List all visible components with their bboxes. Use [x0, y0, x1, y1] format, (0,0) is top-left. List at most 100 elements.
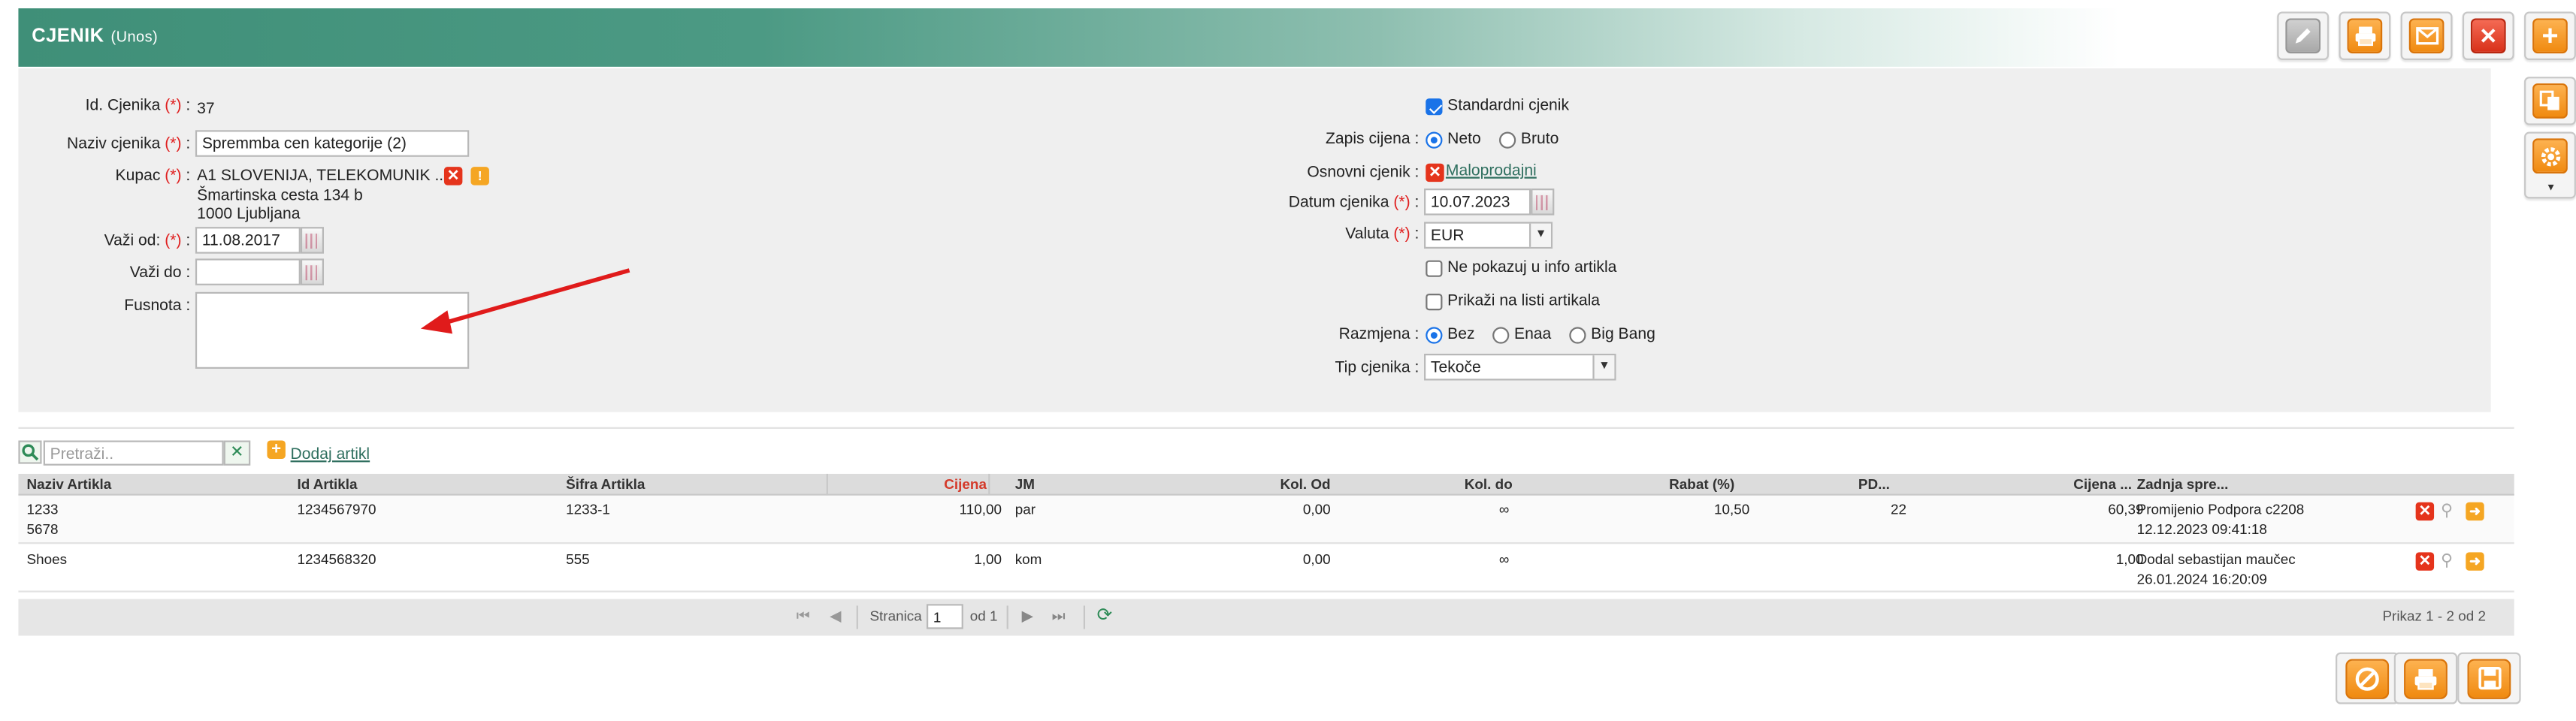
- close-icon: ✕: [2470, 18, 2506, 54]
- prikazi-checkbox[interactable]: [1426, 294, 1443, 311]
- delete-button[interactable]: ✕: [2462, 11, 2514, 60]
- calendar-icon[interactable]: [300, 227, 324, 254]
- page-input[interactable]: 1: [926, 604, 963, 629]
- vazi-do-input[interactable]: [195, 258, 301, 285]
- zapis-bruto-radio[interactable]: [1498, 131, 1516, 149]
- cell-zadnja: Promijenio Podpora c2208: [2136, 500, 2305, 517]
- standardni-checkbox[interactable]: [1426, 98, 1443, 116]
- add-button[interactable]: +: [2524, 11, 2576, 60]
- cell-cijena: 1,00: [974, 551, 1002, 568]
- razmjena-label: Razmjena :: [1338, 325, 1420, 344]
- edit-button[interactable]: [2277, 11, 2330, 60]
- col-jm[interactable]: JM: [1015, 475, 1035, 492]
- col-id[interactable]: Id Artikla: [297, 475, 357, 492]
- kupac-street: Šmartinska cesta 134 b: [197, 186, 363, 206]
- osnovni-clear-icon[interactable]: ✕: [1426, 163, 1444, 183]
- col-cijena[interactable]: Cijena: [944, 475, 987, 492]
- next-page-icon[interactable]: ▶: [1022, 608, 1033, 626]
- zapis-label: Zapis cijena :: [1325, 130, 1420, 149]
- razmjena-bigbang-label: Big Bang: [1591, 325, 1655, 344]
- prikazi-label: Prikaži na listi artikala: [1447, 291, 1601, 311]
- row-delete-icon[interactable]: ✕: [2415, 552, 2435, 571]
- col-kol-do[interactable]: Kol. do: [1465, 475, 1513, 492]
- save-icon: [2467, 658, 2511, 698]
- kupac-info-icon[interactable]: !: [470, 167, 489, 186]
- copy-icon: [2532, 83, 2568, 119]
- col-rabat[interactable]: Rabat (%): [1669, 475, 1734, 492]
- first-page-icon[interactable]: ⏮: [797, 608, 810, 626]
- tip-label: Tip cjenika :: [1335, 358, 1420, 378]
- copy-button[interactable]: [2524, 77, 2576, 125]
- zapis-bruto-label: Bruto: [1520, 130, 1559, 149]
- chevron-down-icon: ▼: [1592, 355, 1615, 379]
- datum-label: Datum cjenika (*) :: [1288, 193, 1420, 213]
- cancel-icon: [2345, 658, 2390, 698]
- table-row[interactable]: 1233 5678 1234567970 1233-1 110,00 par 0…: [18, 495, 2514, 545]
- plus-icon[interactable]: +: [267, 440, 286, 459]
- gear-icon: [2532, 138, 2568, 174]
- print-bottom-button[interactable]: [2393, 652, 2458, 704]
- col-sifra[interactable]: Šifra Artikla: [566, 475, 645, 492]
- col-pd[interactable]: PD...: [1858, 475, 1890, 492]
- valuta-select[interactable]: EUR ▼: [1424, 222, 1553, 249]
- cell-kol-od: 0,00: [1302, 500, 1331, 517]
- vazi-od-label: Važi od: (*) :: [104, 231, 191, 251]
- divider: [18, 427, 2514, 429]
- calendar-icon[interactable]: [1531, 189, 1555, 216]
- cell-sifra: 555: [566, 551, 590, 568]
- last-page-icon[interactable]: ⏭: [1052, 608, 1066, 626]
- tip-select[interactable]: Tekoče ▼: [1424, 353, 1616, 381]
- datum-input[interactable]: 10.07.2023: [1424, 189, 1531, 216]
- razmjena-bez-radio[interactable]: [1426, 327, 1443, 344]
- save-button[interactable]: [2457, 652, 2521, 704]
- prev-page-icon[interactable]: ◀: [830, 608, 841, 626]
- add-article-link[interactable]: Dodaj artikl: [291, 445, 370, 463]
- header-bar: CJENIK (Unos): [18, 8, 2491, 67]
- ne-pokazuj-checkbox[interactable]: [1426, 260, 1443, 277]
- razmjena-enaa-radio[interactable]: [1492, 327, 1510, 344]
- col-cijena2[interactable]: Cijena ...: [2073, 475, 2132, 492]
- kupac-clear-icon[interactable]: ✕: [443, 167, 463, 186]
- arrow-right-icon[interactable]: ➜: [2466, 502, 2484, 521]
- col-zadnja[interactable]: Zadnja spre...: [2137, 475, 2229, 492]
- kupac-name: A1 SLOVENIJA, TELEKOMUNIK ...: [197, 167, 449, 186]
- naziv-label: Naziv cjenika (*) :: [67, 134, 191, 154]
- settings-button[interactable]: ▼: [2524, 131, 2576, 199]
- zapis-neto-radio[interactable]: [1426, 131, 1443, 149]
- printer-icon: [2347, 18, 2383, 54]
- arrow-right-icon[interactable]: ➜: [2466, 552, 2484, 571]
- search-input[interactable]: Pretraži..: [43, 440, 224, 466]
- chevron-down-icon: ▼: [2545, 183, 2556, 194]
- row-delete-icon[interactable]: ✕: [2415, 502, 2435, 521]
- email-button[interactable]: [2400, 11, 2453, 60]
- razmjena-bez-label: Bez: [1447, 325, 1475, 344]
- chevron-down-icon: ▼: [1528, 223, 1551, 247]
- col-kol-od[interactable]: Kol. Od: [1280, 475, 1330, 492]
- pencil-icon: [2285, 18, 2321, 54]
- col-naziv[interactable]: Naziv Artikla: [27, 475, 112, 492]
- table-row[interactable]: Shoes 1234568320 555 1,00 kom 0,00 ∞ 1,0…: [18, 545, 2514, 593]
- cancel-button[interactable]: [2336, 652, 2399, 704]
- cell-sifra: 1233-1: [566, 500, 610, 517]
- paperclip-icon[interactable]: ⚲: [2441, 552, 2453, 570]
- razmjena-bigbang-radio[interactable]: [1569, 327, 1586, 344]
- valuta-label: Valuta (*) :: [1345, 225, 1420, 244]
- cell-zadnja-date: 12.12.2023 09:41:18: [2136, 520, 2267, 538]
- vazi-do-label: Važi do :: [129, 264, 191, 282]
- pager-summary: Prikaz 1 - 2 od 2: [2382, 607, 2486, 624]
- refresh-icon[interactable]: ⟳: [1097, 604, 1112, 626]
- naziv-input[interactable]: Spremmba cen kategorije (2): [195, 130, 470, 157]
- clear-search-icon[interactable]: ✕: [223, 440, 251, 466]
- vazi-od-input[interactable]: 11.08.2017: [195, 227, 301, 254]
- pager-divider: [1083, 605, 1086, 629]
- page-total: od 1: [969, 607, 998, 624]
- cell-zadnja-date: 26.01.2024 16:20:09: [2136, 570, 2267, 588]
- search-icon[interactable]: [18, 440, 42, 464]
- print-button[interactable]: [2339, 11, 2391, 60]
- paperclip-icon[interactable]: ⚲: [2441, 502, 2453, 520]
- calendar-icon[interactable]: [300, 258, 324, 285]
- kupac-city: 1000 Ljubljana: [197, 205, 301, 224]
- osnovni-link[interactable]: Maloprodajni: [1446, 161, 1537, 179]
- ne-pokazuj-label: Ne pokazuj u info artikla: [1447, 258, 1617, 277]
- pager-divider: [1006, 605, 1008, 629]
